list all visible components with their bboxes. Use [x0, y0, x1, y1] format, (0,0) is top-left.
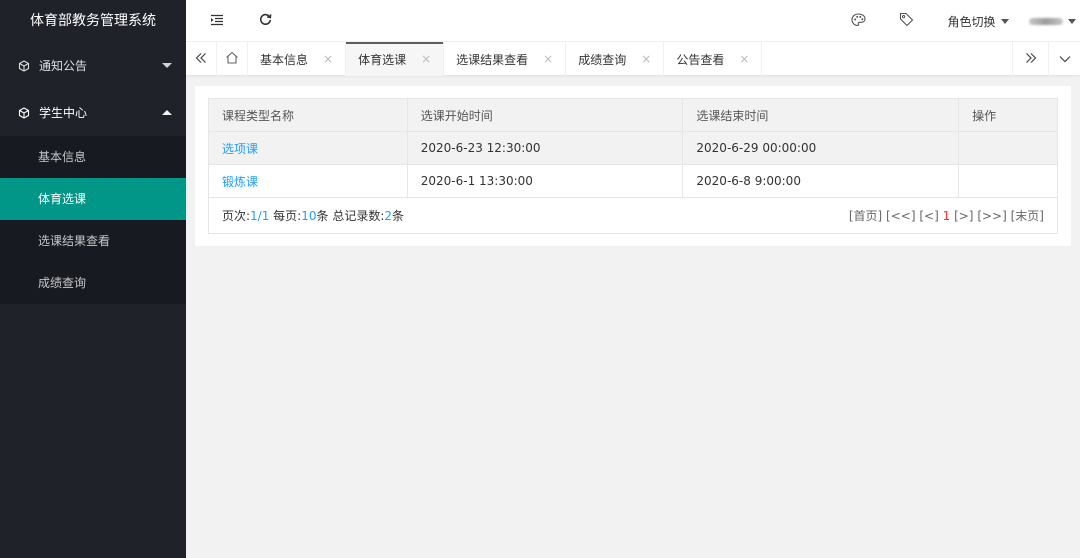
collapse-menu-button[interactable] [204, 0, 230, 42]
top-header: 角色切换 [186, 0, 1080, 42]
cell-action [958, 164, 1058, 198]
cell-start-time: 2020-6-23 12:30:00 [406, 131, 684, 165]
double-chevron-right-icon [1025, 52, 1037, 67]
table-row: 选项课 2020-6-23 12:30:00 2020-6-29 00:00:0… [208, 131, 1058, 165]
page-label: 页次: [222, 209, 251, 223]
home-icon [225, 51, 239, 67]
page-value: 1/1 [250, 209, 270, 223]
total-count: 2 [384, 209, 392, 223]
tag-icon [899, 12, 914, 30]
menu-student-center[interactable]: 学生中心 [0, 89, 186, 136]
page-info: 页次:1/1 每页:10条 总记录数:2条 [222, 209, 404, 223]
col-end-time: 选课结束时间 [682, 98, 960, 132]
menu-group-notices: 通知公告 [0, 42, 186, 89]
current-page: 1 [942, 209, 951, 223]
menu-student-label: 学生中心 [39, 106, 88, 120]
user-menu[interactable] [1026, 0, 1078, 42]
role-switch-label: 角色切换 [947, 14, 996, 29]
pagination-row: 页次:1/1 每页:10条 总记录数:2条 [首页] [<<] [<] 1 [>… [208, 197, 1058, 234]
course-type-link[interactable]: 锻炼课 [222, 175, 258, 189]
course-type-table: 课程类型名称 选课开始时间 选课结束时间 操作 选项课 2020-6-23 12… [208, 98, 1058, 234]
tab-basic-info[interactable]: 基本信息 × [248, 42, 347, 76]
home-tab[interactable] [217, 42, 248, 76]
sidebar: 体育部教务管理系统 通知公告 学生中心 基本信息 体育选课 选课结果查看 成绩查… [0, 0, 186, 558]
indent-icon [210, 14, 224, 29]
tabs-list: 基本信息 × 体育选课 × 选课结果查看 × 成绩查询 × 公告查看 × [248, 42, 763, 76]
total-unit: 条 [392, 209, 405, 223]
tab-label: 公告查看 [676, 52, 725, 67]
cube-icon [17, 59, 31, 73]
sidebar-item-selection-results[interactable]: 选课结果查看 [0, 220, 186, 262]
caret-down-icon [1067, 18, 1076, 24]
refresh-icon [259, 13, 272, 29]
palette-icon [850, 12, 866, 30]
close-icon[interactable]: × [543, 52, 553, 66]
tab-grades[interactable]: 成绩查询 × [566, 42, 665, 76]
menu-notices[interactable]: 通知公告 [0, 42, 186, 89]
menu-group-student: 学生中心 基本信息 体育选课 选课结果查看 成绩查询 [0, 89, 186, 304]
close-icon[interactable]: × [323, 52, 333, 66]
pager-links: [首页] [<<] [<] 1 [>] [>>] [末页] [849, 207, 1044, 224]
tabs-options-button[interactable] [1048, 42, 1080, 76]
refresh-button[interactable] [252, 0, 278, 42]
col-action: 操作 [958, 98, 1058, 132]
last-page-link[interactable]: [末页] [1011, 209, 1044, 223]
tab-label: 选课结果查看 [456, 52, 529, 67]
close-icon[interactable]: × [421, 52, 431, 66]
prev-page-link[interactable]: [<] [919, 209, 938, 223]
sidebar-item-pe-selection[interactable]: 体育选课 [0, 178, 186, 220]
student-submenu: 基本信息 体育选课 选课结果查看 成绩查询 [0, 136, 186, 304]
cell-course-type: 选项课 [208, 131, 408, 165]
sidebar-item-grades[interactable]: 成绩查询 [0, 262, 186, 304]
caret-down-icon [1000, 18, 1009, 24]
menu-notices-label: 通知公告 [39, 59, 88, 73]
username-redacted [1028, 17, 1063, 25]
chevron-down-icon [162, 63, 172, 68]
cell-end-time: 2020-6-8 9:00:00 [682, 164, 960, 198]
tabs-scroll-left-button[interactable] [186, 42, 217, 76]
role-switch-dropdown[interactable]: 角色切换 [944, 0, 1012, 42]
cell-end-time: 2020-6-29 00:00:00 [682, 131, 960, 165]
tab-selection-results[interactable]: 选课结果查看 × [444, 42, 567, 76]
cell-course-type: 锻炼课 [208, 164, 408, 198]
cube-icon [17, 106, 31, 120]
table-row: 锻炼课 2020-6-1 13:30:00 2020-6-8 9:00:00 [208, 164, 1058, 198]
next-page-link[interactable]: [>] [954, 209, 973, 223]
cell-action [958, 131, 1058, 165]
double-chevron-left-icon [195, 52, 207, 67]
col-course-type: 课程类型名称 [208, 98, 408, 132]
sidebar-item-basic-info[interactable]: 基本信息 [0, 136, 186, 178]
next-group-link[interactable]: [>>] [977, 209, 1006, 223]
first-page-link[interactable]: [首页] [849, 209, 882, 223]
content-card: 课程类型名称 选课开始时间 选课结束时间 操作 选项课 2020-6-23 12… [195, 86, 1071, 246]
col-start-time: 选课开始时间 [406, 98, 684, 132]
tabs-scroll-right-button[interactable] [1012, 42, 1048, 76]
per-page-label: 每页: [269, 209, 302, 223]
course-type-link[interactable]: 选项课 [222, 142, 258, 156]
theme-button[interactable] [846, 0, 870, 42]
per-page-unit: 条 总记录数: [316, 209, 385, 223]
tab-label: 基本信息 [260, 52, 309, 67]
tag-button[interactable] [894, 0, 918, 42]
tab-label: 体育选课 [358, 52, 407, 67]
tab-notices[interactable]: 公告查看 × [664, 42, 763, 76]
per-page-value: 10 [301, 209, 317, 223]
chevron-down-icon [1059, 52, 1071, 66]
close-icon[interactable]: × [641, 52, 651, 66]
prev-group-link[interactable]: [<<] [886, 209, 915, 223]
tab-pe-selection[interactable]: 体育选课 × [346, 42, 445, 76]
tabs-bar: 基本信息 × 体育选课 × 选课结果查看 × 成绩查询 × 公告查看 × [186, 42, 1080, 76]
pagination: 页次:1/1 每页:10条 总记录数:2条 [首页] [<<] [<] 1 [>… [208, 197, 1058, 234]
table-header-row: 课程类型名称 选课开始时间 选课结束时间 操作 [208, 98, 1058, 132]
close-icon[interactable]: × [739, 52, 749, 66]
cell-start-time: 2020-6-1 13:30:00 [406, 164, 684, 198]
tab-label: 成绩查询 [578, 52, 627, 67]
chevron-up-icon [162, 110, 172, 115]
app-title: 体育部教务管理系统 [0, 0, 186, 42]
